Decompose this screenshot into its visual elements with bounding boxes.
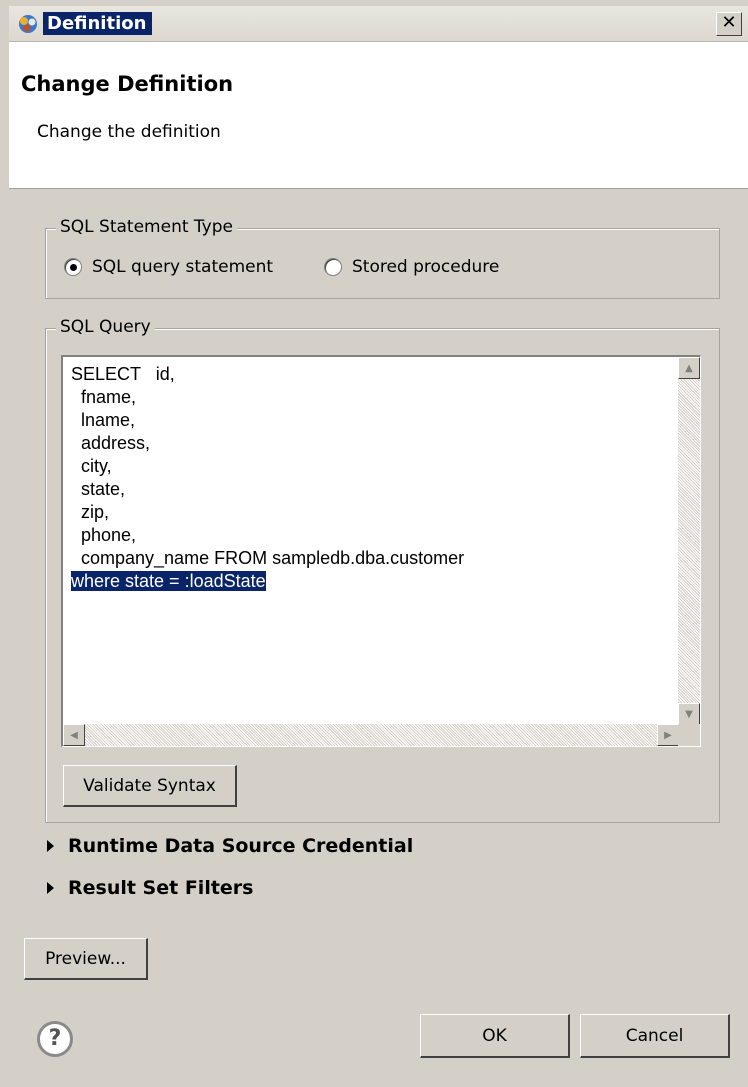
sql-line[interactable]: where state = :loadState xyxy=(71,570,676,593)
radio-button-icon[interactable] xyxy=(324,258,342,276)
sql-line[interactable]: state, xyxy=(71,478,676,501)
sql-line-text: phone, xyxy=(71,525,137,545)
sql-line[interactable]: phone, xyxy=(71,524,676,547)
cancel-button[interactable]: Cancel xyxy=(580,1014,730,1058)
result-set-filters-label[interactable]: Result Set Filters xyxy=(68,877,253,899)
sql-query-editor[interactable]: SELECT id, fname, lname, address, city, … xyxy=(61,355,701,747)
sql-line-text: SELECT id, xyxy=(71,364,175,384)
sql-query-text[interactable]: SELECT id, fname, lname, address, city, … xyxy=(71,363,676,593)
preview-button[interactable]: Preview... xyxy=(24,938,148,980)
sql-line[interactable]: company_name FROM sampledb.dba.customer xyxy=(71,547,676,570)
app-icon xyxy=(19,15,37,33)
sql-query-group: SQL Query SELECT id, fname, lname, addre… xyxy=(45,317,720,823)
sql-line-text: zip, xyxy=(71,502,110,522)
horizontal-scrollbar[interactable]: ◀ ▶ xyxy=(63,724,679,746)
sql-line[interactable]: zip, xyxy=(71,501,676,524)
radio-sql-query[interactable]: SQL query statement xyxy=(64,257,273,277)
sql-line-text: lname, xyxy=(71,410,136,430)
radio-sql-query-label: SQL query statement xyxy=(92,257,274,277)
sql-line-text: city, xyxy=(71,456,112,476)
sql-line[interactable]: lname, xyxy=(71,409,676,432)
runtime-credential-section[interactable]: Runtime Data Source Credential xyxy=(47,835,413,857)
radio-selected-dot xyxy=(70,264,77,271)
dialog-header: Change Definition Change the definition xyxy=(9,42,748,189)
sql-line-text: state, xyxy=(71,479,126,499)
sql-line[interactable]: SELECT id, xyxy=(71,363,676,386)
scroll-right-icon[interactable]: ▶ xyxy=(657,724,679,746)
sql-line-text: fname, xyxy=(71,387,137,407)
close-icon[interactable]: ✕ xyxy=(716,12,742,36)
statement-type-group: SQL Statement Type SQL query statement S… xyxy=(45,217,720,299)
result-set-filters-section[interactable]: Result Set Filters xyxy=(47,877,253,899)
scroll-up-icon[interactable]: ▲ xyxy=(678,357,700,379)
statement-type-legend: SQL Statement Type xyxy=(56,217,237,237)
page-title: Change Definition xyxy=(21,72,234,96)
sql-query-legend: SQL Query xyxy=(56,317,155,337)
radio-button-icon[interactable] xyxy=(64,258,82,276)
sql-line-text: company_name FROM sampledb.dba.customer xyxy=(71,548,465,568)
scroll-left-icon[interactable]: ◀ xyxy=(63,724,85,746)
sql-line[interactable]: fname, xyxy=(71,386,676,409)
validate-syntax-button[interactable]: Validate Syntax xyxy=(63,765,237,807)
scroll-down-icon[interactable]: ▼ xyxy=(678,703,700,725)
scroll-corner xyxy=(678,724,700,746)
window-title: Definition xyxy=(43,12,153,35)
expand-triangle-icon[interactable] xyxy=(47,882,54,894)
definition-dialog: Definition ✕ Change Definition Change th… xyxy=(9,6,748,1087)
title-bar[interactable]: Definition ✕ xyxy=(9,6,748,42)
sql-line[interactable]: address, xyxy=(71,432,676,455)
sql-line-text: address, xyxy=(71,433,151,453)
ok-button[interactable]: OK xyxy=(420,1014,570,1058)
vertical-scrollbar[interactable]: ▲ ▼ xyxy=(678,357,700,725)
sql-line[interactable]: city, xyxy=(71,455,676,478)
sql-line-text: where state = :loadState xyxy=(71,571,266,591)
expand-triangle-icon[interactable] xyxy=(47,840,54,852)
radio-stored-procedure-label: Stored procedure xyxy=(352,257,500,277)
radio-stored-procedure[interactable]: Stored procedure xyxy=(324,257,499,277)
page-subtitle: Change the definition xyxy=(37,122,221,142)
help-icon[interactable]: ? xyxy=(37,1021,73,1057)
runtime-credential-label[interactable]: Runtime Data Source Credential xyxy=(68,835,413,857)
